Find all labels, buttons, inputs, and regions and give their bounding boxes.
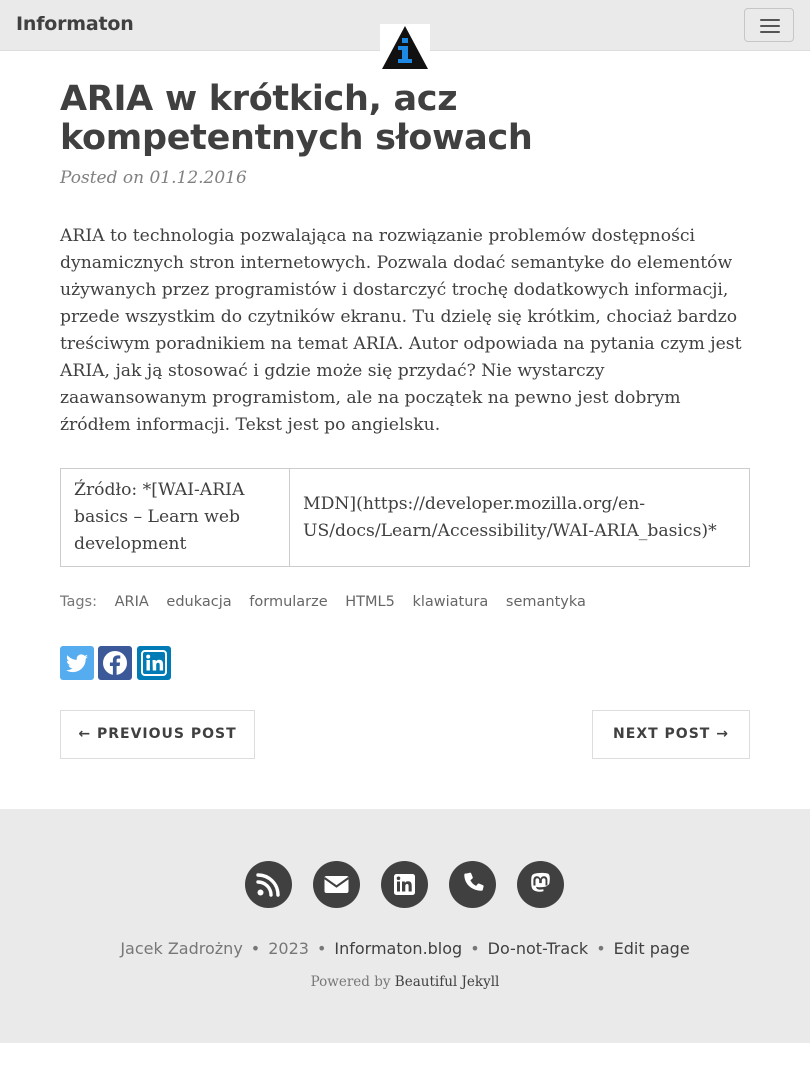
logo-avatar[interactable]: [380, 24, 430, 71]
tags-label: Tags:: [60, 594, 97, 610]
linkedin-link[interactable]: [381, 861, 428, 908]
tags-list: Tags: ARIA edukacja formularze HTML5 kla…: [60, 594, 586, 610]
source-table: Źródło: *[WAI-ARIA basics – Learn web de…: [60, 468, 750, 567]
tag-link[interactable]: formularze: [249, 594, 327, 610]
footer-link-edit[interactable]: Edit page: [614, 939, 690, 958]
post-body: ARIA to technologia pozwalająca na rozwi…: [60, 226, 742, 435]
rss-icon: [256, 873, 280, 897]
post-date: Posted on 01.12.2016: [60, 168, 247, 188]
email-link[interactable]: [313, 861, 360, 908]
info-triangle-logo-icon: [382, 26, 428, 69]
tag-link[interactable]: semantyka: [506, 594, 586, 610]
share-linkedin-button[interactable]: [137, 646, 171, 680]
footer-author: Jacek Zadrożny: [120, 939, 243, 958]
powered-prefix: Powered by: [310, 974, 391, 990]
rss-link[interactable]: [245, 861, 292, 908]
tag-link[interactable]: HTML5: [345, 594, 395, 610]
powered-link[interactable]: Beautiful Jekyll: [395, 974, 500, 990]
mastodon-icon: [531, 872, 550, 892]
tag-link[interactable]: ARIA: [115, 594, 149, 610]
share-facebook-button[interactable]: [98, 646, 132, 680]
twitter-icon: [66, 654, 88, 673]
phone-icon: [464, 872, 484, 891]
linkedin-icon: [394, 874, 415, 895]
mastodon-link[interactable]: [517, 861, 564, 908]
brand-link[interactable]: Informaton: [16, 13, 134, 35]
facebook-icon: [103, 651, 127, 675]
share-twitter-button[interactable]: [60, 646, 94, 680]
footer-link-dnt[interactable]: Do-not-Track: [488, 939, 589, 958]
envelope-icon: [323, 876, 350, 893]
hamburger-icon: [760, 19, 780, 21]
footer-link-blog[interactable]: Informaton.blog: [334, 939, 462, 958]
tag-link[interactable]: klawiatura: [412, 594, 488, 610]
powered-by: Powered by Beautiful Jekyll: [0, 974, 810, 990]
menu-toggle-button[interactable]: [744, 8, 794, 42]
table-cell: Źródło: *[WAI-ARIA basics – Learn web de…: [60, 468, 290, 567]
next-post-button[interactable]: NEXT POST →: [592, 710, 750, 759]
previous-post-button[interactable]: ← PREVIOUS POST: [60, 710, 255, 759]
footer-info: Jacek Zadrożny • 2023 • Informaton.blog • Do-n…: [120, 939, 690, 958]
phone-link[interactable]: [449, 861, 496, 908]
footer-year: 2023: [268, 939, 309, 958]
footer: Jacek Zadrożny • 2023 • Informaton.blog • Do-n…: [0, 809, 810, 1043]
tag-link[interactable]: edukacja: [166, 594, 231, 610]
post-title: ARIA w krótkich, acz kompetentnych słowa…: [60, 79, 533, 158]
table-row: Źródło: *[WAI-ARIA basics – Learn web de…: [60, 468, 750, 567]
table-cell: MDN](https://developer.mozilla.org/en-US…: [289, 468, 750, 567]
linkedin-icon: [141, 650, 167, 676]
